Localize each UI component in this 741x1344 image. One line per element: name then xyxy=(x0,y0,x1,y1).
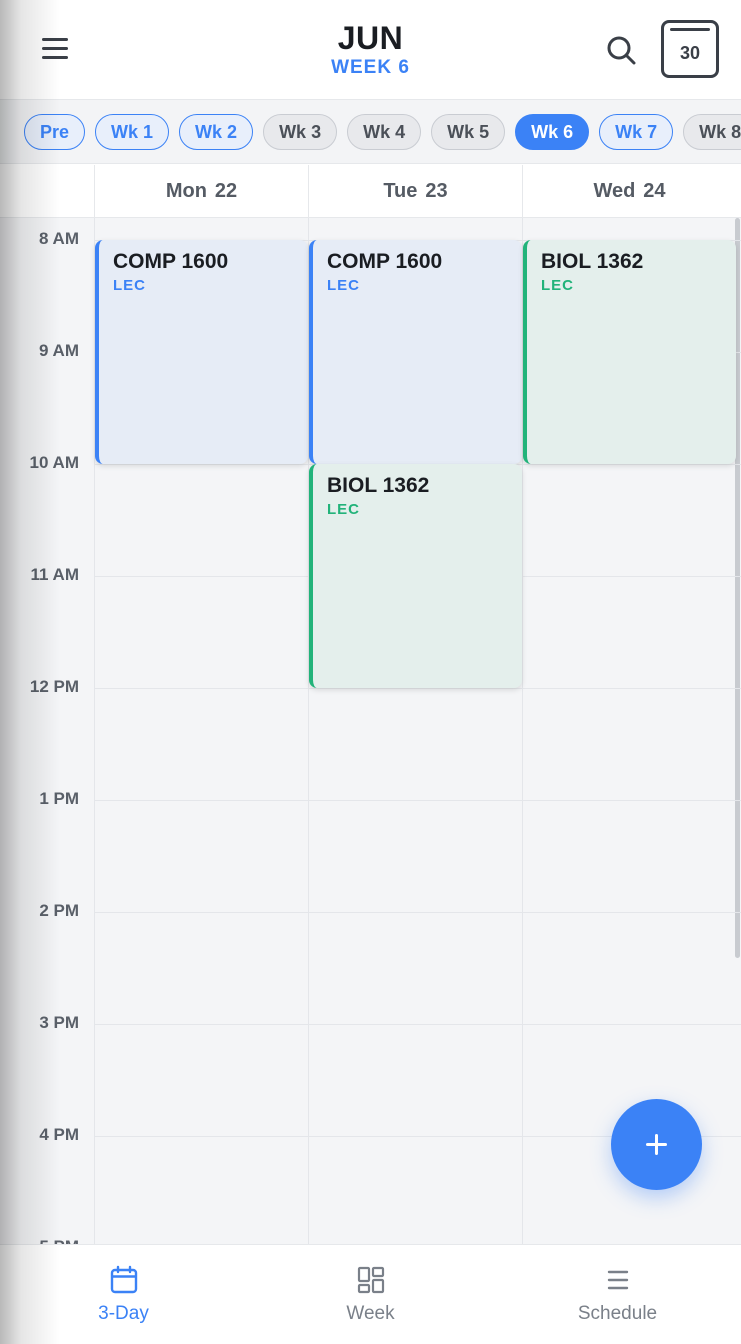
nav-label: Schedule xyxy=(577,1303,658,1324)
day-header-tue[interactable]: Tue 23 xyxy=(308,165,522,218)
day-number: 23 xyxy=(425,180,448,202)
event-title: BIOL 1362 xyxy=(327,474,430,497)
day-name: Wed xyxy=(593,180,636,202)
nav-label: 3-Day xyxy=(98,1303,149,1324)
event-type: LEC xyxy=(327,501,360,518)
time-label: 3 PM xyxy=(39,1013,79,1032)
nav-week[interactable]: Week xyxy=(247,1245,494,1344)
event-type: LEC xyxy=(541,277,574,294)
hour-gridline xyxy=(95,800,741,801)
week-selector: Pre Wk 1 Wk 2 Wk 3 Wk 4 Wk 5 Wk 6 Wk 7 Wk 8 xyxy=(0,100,741,164)
event-card-biol-1362-tue[interactable]: BIOL 1362 LEC xyxy=(309,464,522,688)
time-column: 8 AM 9 AM 10 AM 11 AM 12 PM 1 PM 2 PM 3 PM 4 PM 5… xyxy=(0,218,95,1244)
time-label: 4 PM xyxy=(39,1125,79,1144)
day-header-wed[interactable]: Wed 24 xyxy=(522,165,736,218)
search-icon[interactable] xyxy=(605,34,637,66)
hour-gridline xyxy=(95,688,741,689)
event-type: LEC xyxy=(113,277,146,294)
event-card-comp-1600-tue[interactable]: COMP 1600 LEC xyxy=(309,240,522,464)
calendar-icon xyxy=(110,1265,137,1294)
time-label: 5 PM xyxy=(0,1237,79,1244)
nav-3-day[interactable]: 3-Day xyxy=(0,1245,247,1344)
event-type: LEC xyxy=(327,277,360,294)
hour-gridline xyxy=(95,912,741,913)
week-chip-wk-8[interactable]: Wk 8 xyxy=(683,114,741,150)
today-date-number: 30 xyxy=(679,43,701,63)
day-name: Mon xyxy=(165,180,207,202)
event-title: COMP 1600 xyxy=(327,250,443,273)
week-chip-wk-2[interactable]: Wk 2 xyxy=(179,114,254,150)
day-number: 24 xyxy=(643,180,666,202)
week-chip-wk-7[interactable]: Wk 7 xyxy=(599,114,674,150)
time-label: 12 PM xyxy=(29,677,79,696)
calendar-grid[interactable]: 8 AM 9 AM 10 AM 11 AM 12 PM 1 PM 2 PM 3 PM 4 PM 5… xyxy=(0,218,741,1244)
list-icon xyxy=(607,1270,628,1290)
week-chip-wk-5[interactable]: Wk 5 xyxy=(431,114,506,150)
day-header-mon[interactable]: Mon 22 xyxy=(94,165,308,218)
nav-schedule[interactable]: Schedule xyxy=(494,1245,741,1344)
week-chip-wk-3[interactable]: Wk 3 xyxy=(263,114,338,150)
time-label: 8 AM xyxy=(39,229,79,248)
grid-icon xyxy=(357,1266,384,1294)
hamburger-icon[interactable] xyxy=(42,38,70,62)
week-chip-wk-6[interactable]: Wk 6 xyxy=(515,114,590,150)
time-label: 11 AM xyxy=(30,565,79,584)
week-chip-wk-4[interactable]: Wk 4 xyxy=(347,114,422,150)
bottom-navigation: 3-Day Week Schedule xyxy=(0,1244,741,1344)
event-card-biol-1362-wed[interactable]: BIOL 1362 LEC xyxy=(523,240,736,464)
event-card-comp-1600-mon[interactable]: COMP 1600 LEC xyxy=(95,240,308,464)
app-header: JUN WEEK 6 30 xyxy=(0,0,741,100)
time-label: 10 AM xyxy=(29,453,79,472)
week-chip-pre[interactable]: Pre xyxy=(24,114,86,150)
day-number: 22 xyxy=(214,180,238,202)
hour-gridline xyxy=(95,1024,741,1025)
event-title: COMP 1600 xyxy=(113,250,229,273)
calendar-today-icon[interactable]: 30 xyxy=(661,20,719,78)
nav-label: Week xyxy=(346,1303,395,1324)
add-event-button[interactable] xyxy=(611,1099,702,1190)
time-label: 9 AM xyxy=(39,341,79,360)
time-label: 2 PM xyxy=(39,901,79,920)
day-name: Tue xyxy=(383,180,418,202)
day-header-row: Mon 22 Tue 23 Wed 24 xyxy=(0,165,741,218)
event-title: BIOL 1362 xyxy=(541,250,644,273)
time-label: 1 PM xyxy=(39,789,79,808)
week-chip-wk-1[interactable]: Wk 1 xyxy=(95,114,170,150)
